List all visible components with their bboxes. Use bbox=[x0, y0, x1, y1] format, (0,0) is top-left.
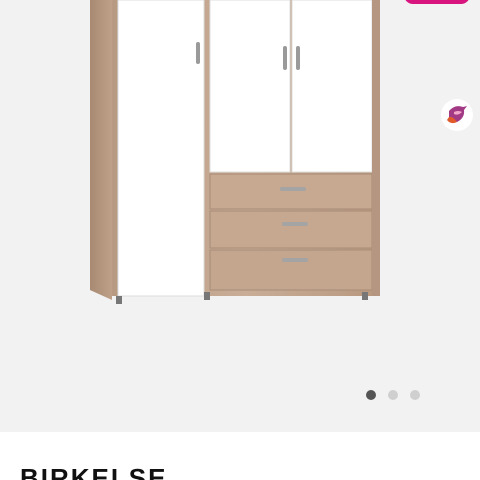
bird-logo-icon[interactable] bbox=[440, 98, 474, 132]
product-title: BIRKELSE bbox=[20, 463, 168, 480]
product-screen: BIRKELSE bbox=[0, 0, 480, 480]
pagination-dot-3[interactable] bbox=[410, 390, 420, 400]
gallery-pagination bbox=[366, 389, 420, 401]
wardrobe-image bbox=[90, 0, 380, 304]
pagination-dot-2[interactable] bbox=[388, 390, 398, 400]
top-badge[interactable] bbox=[404, 0, 470, 4]
image-gallery[interactable] bbox=[0, 0, 480, 432]
pagination-dot-1[interactable] bbox=[366, 390, 376, 400]
